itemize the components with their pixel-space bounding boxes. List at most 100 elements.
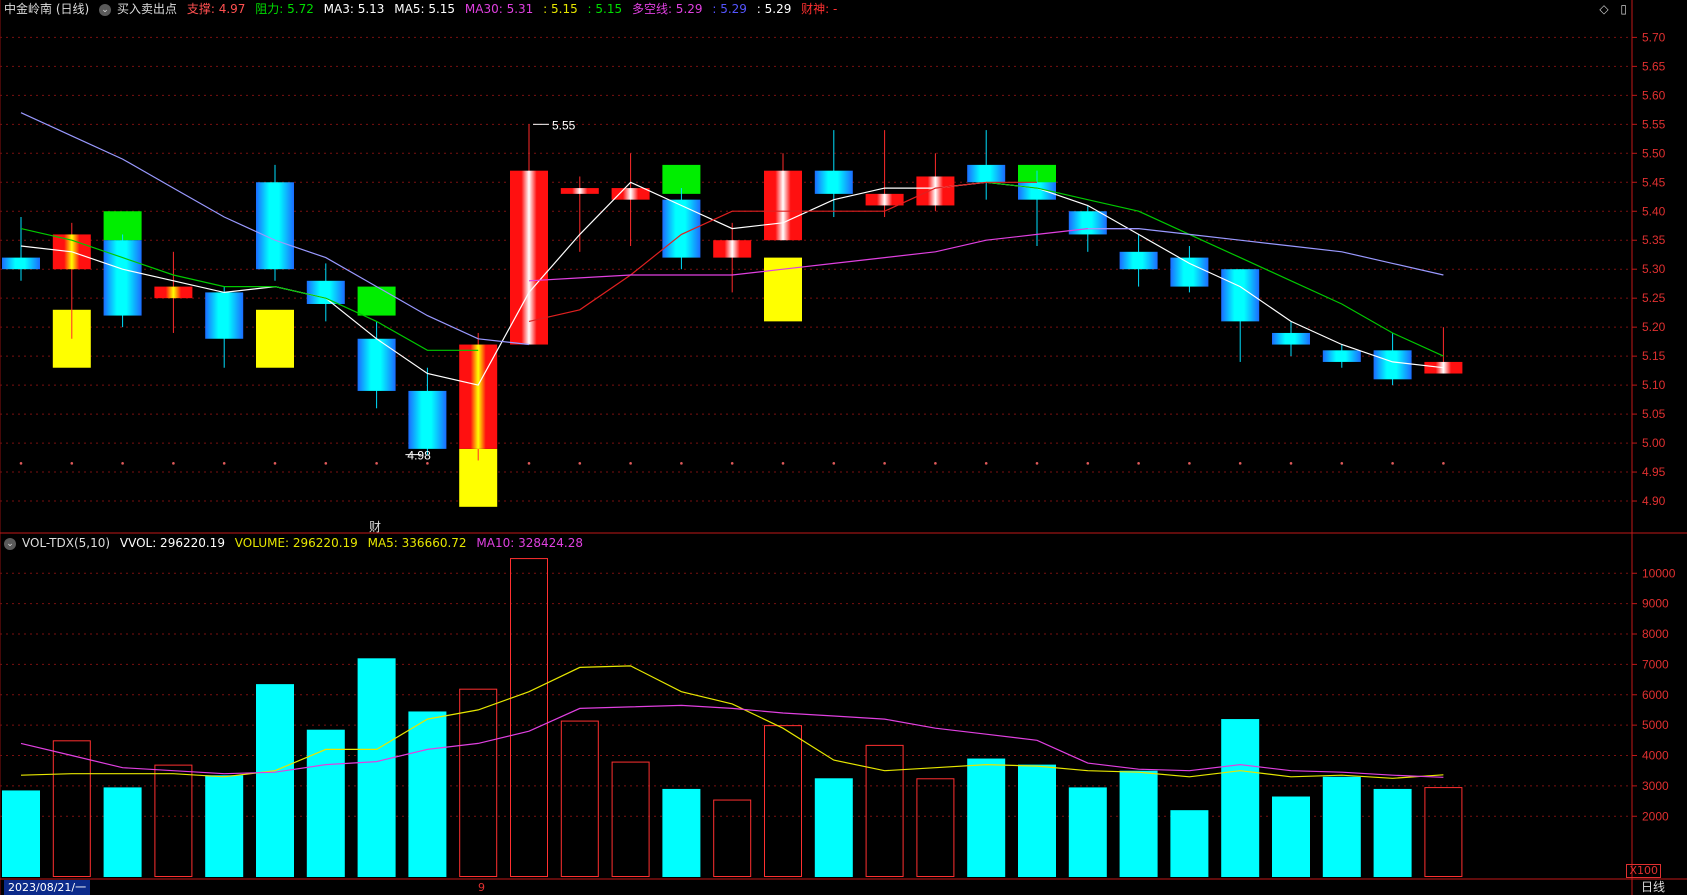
low-price-label: 4.98	[407, 449, 431, 463]
price-tick-label: 5.20	[1642, 320, 1666, 334]
volume-bar-down	[1272, 796, 1310, 877]
value-a: : 5.15	[543, 2, 578, 16]
support-dot	[984, 462, 988, 465]
price-tick-label: 5.55	[1642, 117, 1666, 131]
scale-label[interactable]: X100	[1626, 864, 1661, 878]
support-dot	[273, 462, 277, 465]
volume-bar-down	[408, 711, 447, 877]
volume-bar-down	[1018, 764, 1056, 877]
value-d: : 5.29	[756, 2, 792, 16]
support-dot	[1035, 462, 1039, 465]
support-dot	[680, 462, 683, 465]
price-tick-label: 5.40	[1642, 204, 1666, 218]
candle-down	[1068, 211, 1107, 235]
support-dot	[1340, 462, 1344, 465]
volume-bar-up	[865, 744, 904, 878]
indicator-collapse-icon[interactable]: ⌄	[99, 3, 112, 16]
price-tick-label: 5.35	[1642, 233, 1666, 247]
volume-header: ⌄ VOL-TDX(5,10) VVOL: 296220.19 VOLUME: 2…	[4, 534, 589, 552]
kline-chart[interactable]: 5.70 5.65 5.60 5.55 5.50 5.45 5.40 5.35 5.30 5.25…	[0, 0, 1687, 895]
candle-down	[306, 280, 345, 304]
candle-down	[1272, 332, 1310, 345]
support-dot	[832, 462, 836, 465]
caishen-label: 财神: -	[801, 2, 838, 16]
volume-bar-down	[103, 787, 142, 877]
support-dot	[324, 462, 328, 465]
volume-bar-up	[764, 725, 802, 878]
support-dot	[883, 462, 886, 465]
volume-bar-up	[52, 740, 91, 877]
support-dot	[1188, 462, 1191, 465]
volume-label: VOLUME: 296220.19	[234, 536, 358, 550]
candle-up	[1424, 361, 1463, 374]
price-tick-label: 5.25	[1642, 291, 1666, 305]
volume-indicator-name[interactable]: VOL-TDX(5,10)	[22, 536, 110, 550]
price-tick-label: 4.90	[1642, 494, 1666, 508]
indicator-name[interactable]: 买入卖出点	[117, 2, 177, 16]
price-tick-label: 5.65	[1642, 59, 1666, 73]
volume-bar-down	[967, 758, 1006, 877]
price-tick-label: 5.30	[1642, 262, 1666, 276]
candle-up	[865, 193, 904, 206]
volume-bar-down	[1170, 810, 1209, 877]
support-dot	[1238, 462, 1242, 465]
finance-marker[interactable]: 财	[369, 518, 381, 535]
ma30-label: MA30: 5.31	[464, 2, 534, 16]
candle-down	[1373, 350, 1412, 380]
volume-bar-down	[357, 658, 396, 877]
volume-tick-label: 10000	[1642, 566, 1676, 580]
price-header: 中金岭南 (日线) ⌄ 买入卖出点 支撑: 4.97 阻力: 5.72 MA3: …	[4, 0, 843, 18]
volume-bar-up	[459, 688, 498, 878]
price-tick-label: 5.05	[1642, 407, 1666, 421]
support-dot	[1391, 462, 1394, 465]
candle-up	[916, 176, 955, 206]
candle-down	[1119, 251, 1158, 270]
volume-bar-down	[1322, 776, 1361, 877]
price-tick-label: 5.60	[1642, 88, 1666, 102]
price-tick-label: 5.00	[1642, 436, 1666, 450]
price-tick-label: 5.15	[1642, 349, 1666, 363]
support-dot	[781, 462, 785, 465]
price-tick-label: 5.50	[1642, 146, 1666, 160]
period-label[interactable]: 日线	[1641, 880, 1665, 895]
support-dot	[375, 462, 378, 465]
volume-bar-down	[306, 729, 345, 877]
candle-down	[408, 390, 447, 449]
support-dot	[1442, 462, 1445, 465]
volume-tick-label: 2000	[1642, 809, 1669, 823]
volume-tick-label: 7000	[1642, 657, 1669, 671]
support-dot	[121, 462, 124, 465]
volume-tick-label: 3000	[1642, 779, 1669, 793]
volume-tick-label: 8000	[1642, 627, 1669, 641]
support-dot	[1289, 462, 1293, 465]
volume-bar-down	[2, 790, 40, 877]
vvol-label: VVOL: 296220.19	[119, 536, 225, 550]
volume-bar-up	[1424, 787, 1463, 877]
value-b: : 5.15	[587, 2, 623, 16]
diamond-icon[interactable]: ◇	[1599, 2, 1608, 16]
stock-name[interactable]: 中金岭南 (日线)	[4, 2, 89, 16]
volume-bar-down	[814, 778, 853, 877]
candle-down	[1170, 257, 1209, 287]
sell-signal-marker	[357, 286, 396, 316]
volume-bar-up	[916, 778, 955, 877]
volume-ma10-label: MA10: 328424.28	[476, 536, 583, 550]
support-dot	[527, 462, 531, 465]
volume-tick-label: 9000	[1642, 597, 1669, 611]
price-line-ma30	[528, 228, 1139, 282]
candle-up	[154, 286, 193, 299]
candle-up	[560, 188, 599, 194]
volume-tick-label: 6000	[1642, 688, 1669, 702]
support-dot	[70, 462, 74, 465]
volume-bar-down	[1119, 770, 1158, 877]
candle-down	[357, 338, 396, 391]
volume-bar-up	[611, 761, 650, 878]
restore-icon[interactable]: ▯	[1620, 2, 1627, 16]
support-dot	[629, 462, 632, 465]
volume-collapse-icon[interactable]: ⌄	[4, 537, 16, 550]
candle-down	[205, 292, 244, 339]
volume-bar-up	[560, 720, 599, 877]
price-tick-label: 5.45	[1642, 175, 1666, 189]
candle-down	[103, 240, 142, 316]
volume-bar-up	[154, 764, 193, 877]
